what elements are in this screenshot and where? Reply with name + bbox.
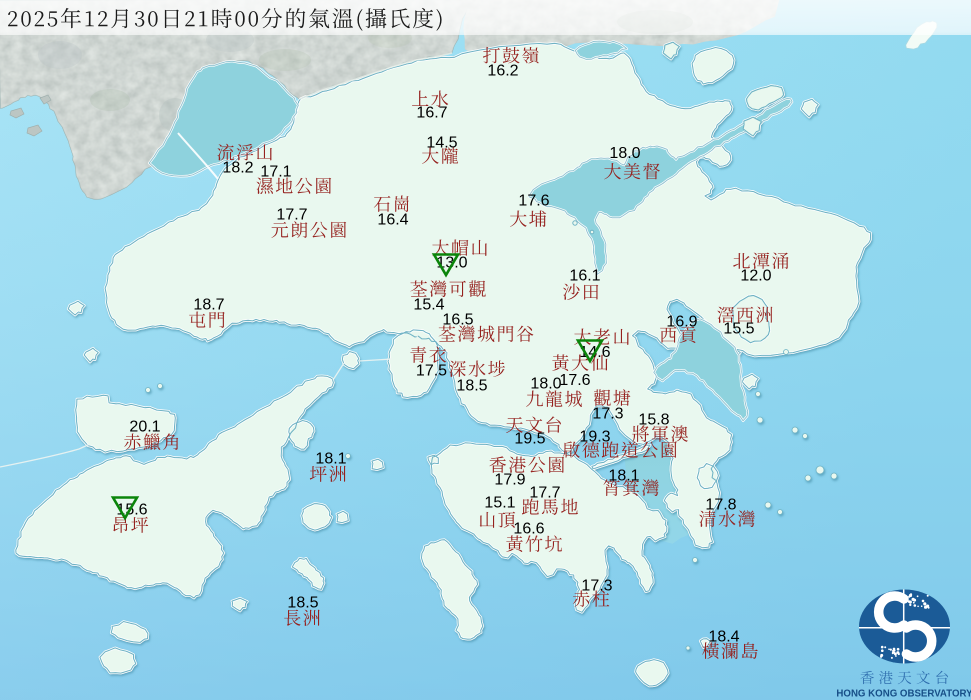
- svg-text:12.0: 12.0: [740, 268, 771, 285]
- svg-text:15.8: 15.8: [638, 412, 669, 429]
- svg-text:19.5: 19.5: [514, 431, 545, 448]
- svg-text:17.8: 17.8: [705, 497, 736, 514]
- svg-text:18.0: 18.0: [530, 376, 561, 393]
- svg-text:15.1: 15.1: [484, 495, 515, 512]
- svg-text:18.4: 18.4: [708, 629, 739, 646]
- svg-text:16.1: 16.1: [569, 268, 600, 285]
- svg-text:16.9: 16.9: [666, 314, 697, 331]
- svg-text:15.4: 15.4: [413, 297, 444, 314]
- svg-text:16.5: 16.5: [442, 312, 473, 329]
- svg-text:HONG KONG OBSERVATORY: HONG KONG OBSERVATORY: [836, 689, 971, 700]
- svg-text:16.7: 16.7: [416, 105, 447, 122]
- svg-text:16.4: 16.4: [377, 212, 408, 229]
- svg-text:18.5: 18.5: [287, 595, 318, 612]
- svg-text:15.5: 15.5: [723, 321, 754, 338]
- svg-text:18.1: 18.1: [608, 468, 639, 485]
- svg-text:14.5: 14.5: [426, 135, 457, 152]
- svg-text:17.1: 17.1: [260, 164, 291, 181]
- svg-text:17.3: 17.3: [592, 406, 623, 423]
- svg-text:17.7: 17.7: [276, 207, 307, 224]
- svg-text:19.3: 19.3: [579, 429, 610, 446]
- svg-text:17.6: 17.6: [559, 372, 590, 389]
- svg-text:17.9: 17.9: [494, 472, 525, 489]
- svg-text:18.0: 18.0: [609, 145, 640, 162]
- svg-text:18.2: 18.2: [222, 160, 253, 177]
- svg-text:16.6: 16.6: [513, 521, 544, 538]
- svg-text:17.6: 17.6: [518, 193, 549, 210]
- svg-text:18.7: 18.7: [193, 297, 224, 314]
- svg-text:18.1: 18.1: [315, 451, 346, 468]
- svg-text:18.5: 18.5: [456, 378, 487, 395]
- svg-text:17.7: 17.7: [529, 485, 560, 502]
- svg-text:16.2: 16.2: [487, 63, 518, 80]
- svg-text:17.5: 17.5: [416, 363, 447, 380]
- svg-text:20.1: 20.1: [129, 419, 160, 436]
- svg-text:17.3: 17.3: [581, 578, 612, 595]
